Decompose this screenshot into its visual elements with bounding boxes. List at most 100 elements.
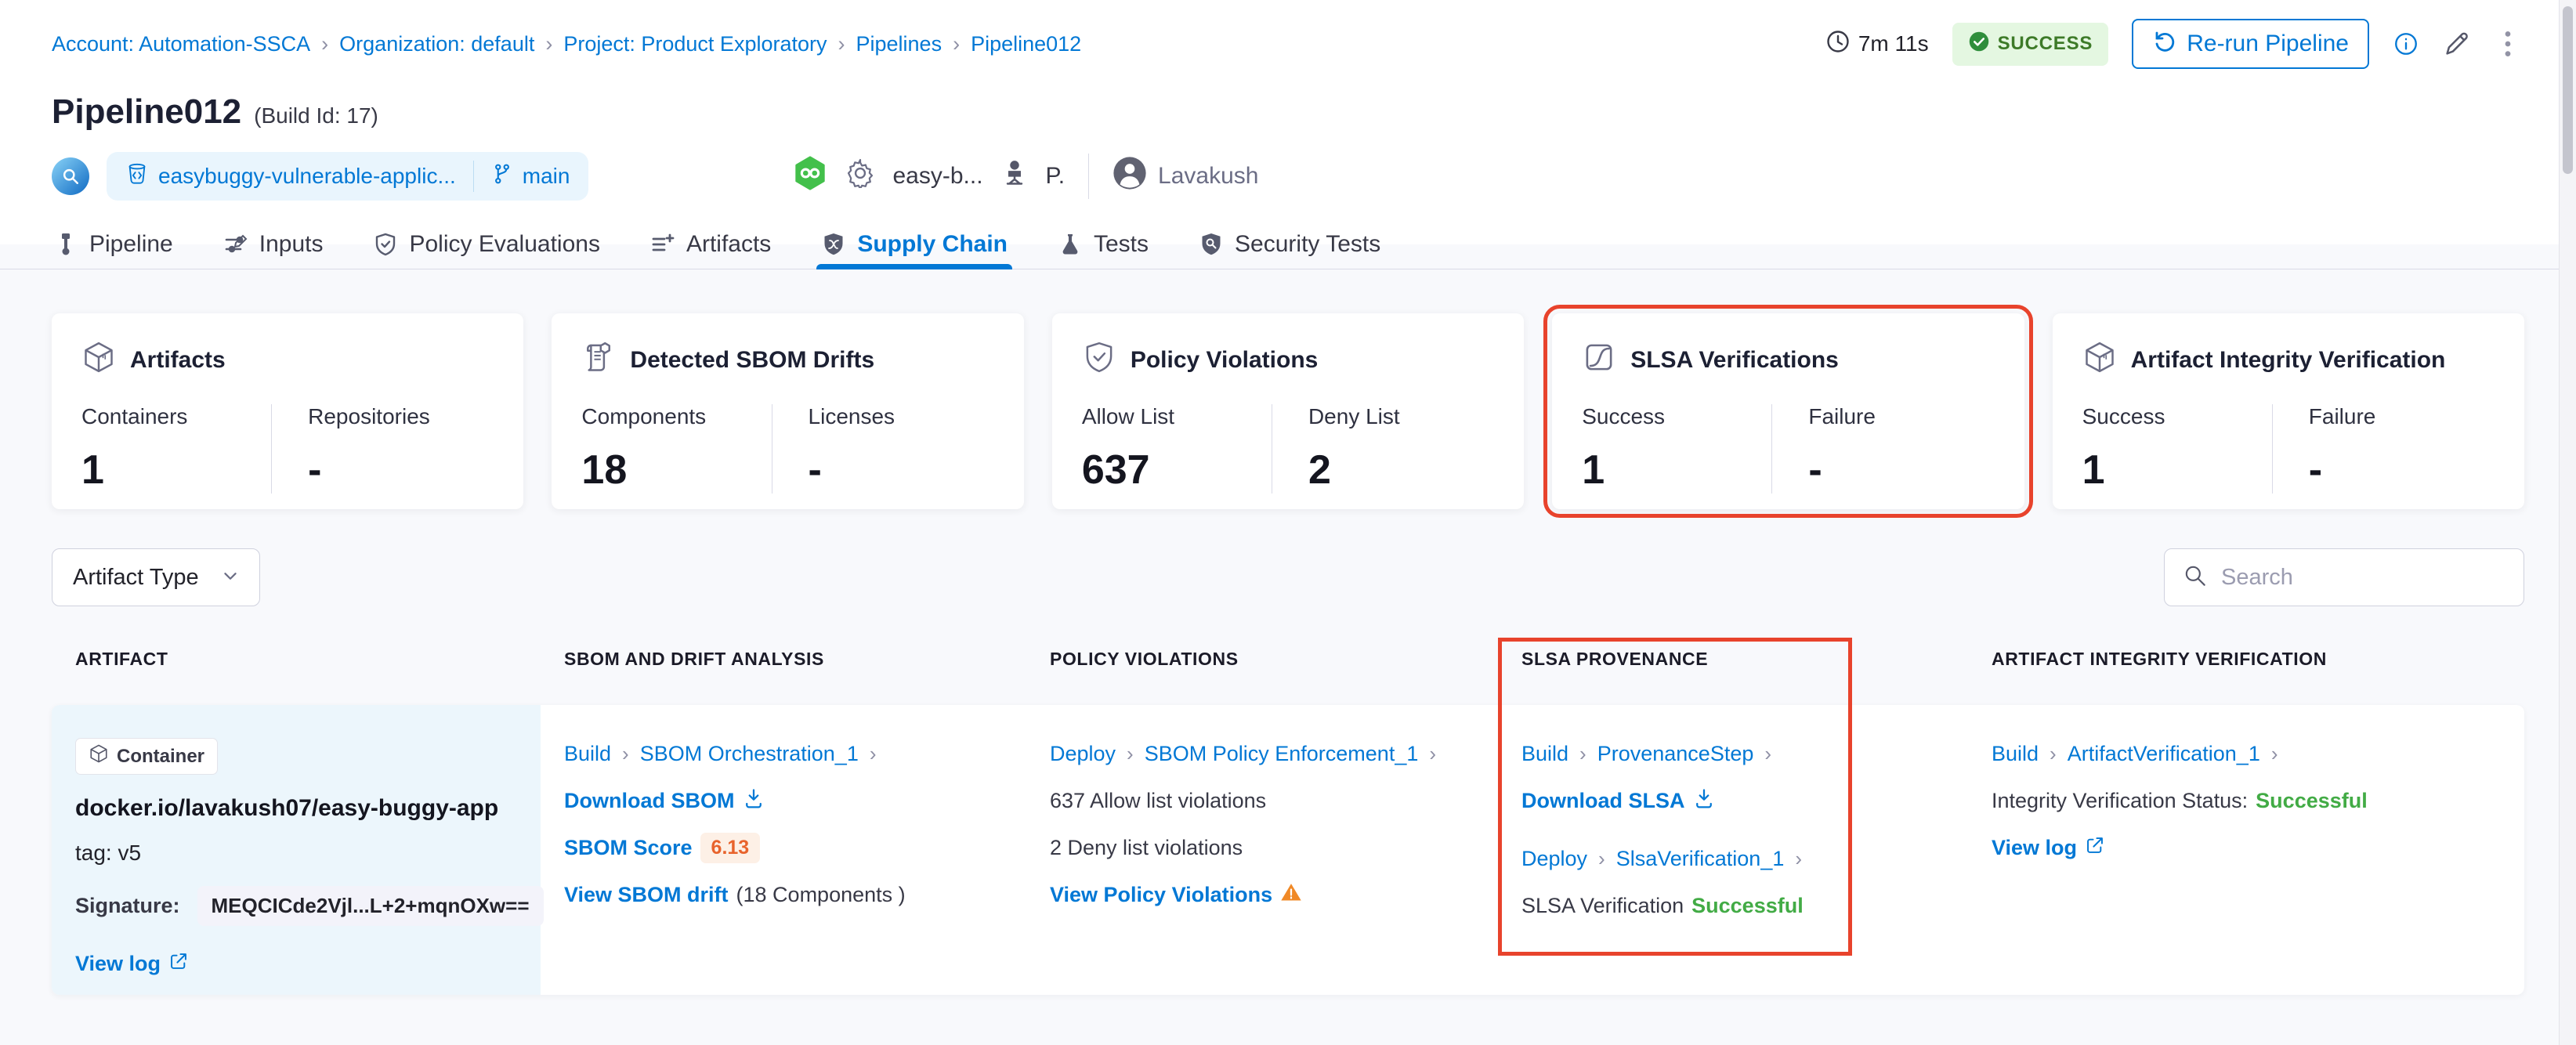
view-log-link[interactable]: View log (1992, 836, 2077, 860)
edit-pencil-icon[interactable] (2443, 30, 2471, 58)
rerun-pipeline-button[interactable]: Re-run Pipeline (2132, 19, 2369, 69)
execution-meta: easybuggy-vulnerable-applic... main easy… (0, 132, 2576, 201)
column-header-artifact: ARTIFACT (75, 649, 168, 669)
deny-list-violations: 2 Deny list violations (1050, 835, 1243, 859)
git-branch-icon (491, 163, 513, 190)
search-box (2164, 548, 2524, 606)
view-policy-violations-link[interactable]: View Policy Violations (1050, 883, 1272, 907)
summary-cards: Artifacts Containers 1 Repositories - De… (52, 305, 2525, 518)
column-header-integrity: ARTIFACT INTEGRITY VERIFICATION (1992, 649, 2327, 669)
inputs-icon (223, 232, 248, 257)
integrity-verification-cell: Build › ArtifactVerification_1 › Integri… (1968, 705, 2524, 995)
vertical-scrollbar (2559, 0, 2576, 1045)
sbom-scroll-icon (581, 340, 616, 381)
integrity-stage-link[interactable]: Build (1992, 742, 2039, 766)
page-title: Pipeline012 (52, 92, 242, 131)
tab-supply-chain[interactable]: Supply Chain (816, 219, 1012, 269)
breadcrumb-separator: › (321, 31, 329, 56)
sbom-drift-cell: Build › SBOM Orchestration_1 › Download … (541, 705, 1026, 995)
breadcrumb-organization[interactable]: Organization: default (339, 32, 534, 56)
integrity-status-label: Integrity Verification Status: (1992, 788, 2249, 812)
chevron-down-icon (219, 564, 242, 591)
tab-artifacts[interactable]: Artifacts (649, 219, 772, 269)
artifacts-table: ARTIFACT SBOM AND DRIFT ANALYSIS POLICY … (52, 627, 2524, 995)
breadcrumb-project[interactable]: Project: Product Exploratory (563, 32, 827, 56)
policy-step-link[interactable]: SBOM Policy Enforcement_1 (1145, 742, 1419, 766)
slsa-deploy-stage-link[interactable]: Deploy (1521, 847, 1587, 871)
artifact-type-badge: Container (75, 738, 219, 775)
slsa-status-label: SLSA Verification (1521, 893, 1684, 917)
signature-label: Signature: (75, 894, 180, 917)
search-input[interactable] (2221, 564, 2506, 591)
chevron-separator: › (2270, 741, 2278, 765)
pill-divider (472, 161, 474, 192)
trigger-name: easy-b... (892, 163, 983, 189)
repo-link[interactable]: easybuggy-vulnerable-applic... (125, 162, 456, 191)
provenance-step-link[interactable]: ProvenanceStep (1597, 742, 1754, 766)
view-sbom-drift-link[interactable]: View SBOM drift (564, 883, 729, 907)
info-icon[interactable] (2393, 31, 2419, 57)
check-circle-icon (1968, 31, 1990, 58)
container-cube-icon (89, 743, 109, 769)
external-link-icon (2085, 835, 2105, 861)
slsa-build-stage-link[interactable]: Build (1521, 742, 1568, 766)
download-slsa-link[interactable]: Download SLSA (1521, 789, 1685, 813)
delegate-icon (1000, 159, 1029, 193)
stat-label: Failure (1808, 404, 1876, 428)
stat-label: Containers (81, 404, 188, 428)
kebab-menu-icon[interactable] (2495, 29, 2521, 59)
tab-security-tests[interactable]: Security Tests (1197, 219, 1382, 269)
stat-value: 2 (1308, 447, 1331, 493)
warning-triangle-icon (1280, 881, 1302, 909)
slsa-status-value: Successful (1691, 893, 1804, 917)
repo-branch-pill: easybuggy-vulnerable-applic... main (107, 152, 589, 201)
chevron-separator: › (1579, 741, 1586, 765)
integrity-step-link[interactable]: ArtifactVerification_1 (2068, 742, 2260, 766)
policy-stage-link[interactable]: Deploy (1050, 742, 1116, 766)
artifact-tag: tag: v5 (75, 841, 142, 865)
tab-inputs[interactable]: Inputs (222, 219, 325, 269)
integrity-status-value: Successful (2256, 788, 2368, 812)
package-cube-icon (2082, 340, 2117, 381)
breadcrumb-separator: › (838, 31, 845, 56)
artifact-image-name: docker.io/lavakush07/easy-buggy-app (75, 795, 499, 821)
scrollbar-thumb[interactable] (2563, 6, 2573, 174)
sbom-stage-link[interactable]: Build (564, 742, 611, 766)
artifact-type-select[interactable]: Artifact Type (52, 548, 260, 606)
ci-module-icon (52, 157, 89, 195)
shield-check-icon (1082, 340, 1116, 381)
stat-value: 637 (1081, 447, 1150, 493)
security-shield-icon (1199, 232, 1224, 257)
breadcrumb-pipelines[interactable]: Pipelines (856, 32, 942, 56)
breadcrumb-separator: › (545, 31, 553, 56)
sbom-score-link[interactable]: SBOM Score (564, 836, 693, 860)
sbom-step-link[interactable]: SBOM Orchestration_1 (640, 742, 859, 766)
trigger-info: easy-b... P. (792, 155, 1065, 197)
stat-value: - (808, 447, 822, 493)
chevron-separator: › (1429, 741, 1437, 765)
view-log-link[interactable]: View log (75, 952, 161, 976)
sbom-score-badge: 6.13 (700, 832, 761, 863)
avatar (1113, 156, 1147, 197)
table-row: Container docker.io/lavakush07/easy-bugg… (52, 705, 2524, 995)
triggered-by-user: Lavakush (1113, 156, 1258, 197)
breadcrumb-pipeline012[interactable]: Pipeline012 (971, 32, 1081, 56)
download-sbom-link[interactable]: Download SBOM (564, 789, 735, 813)
tab-policy-evaluations[interactable]: Policy Evaluations (371, 219, 601, 269)
supply-chain-content: Artifacts Containers 1 Repositories - De… (0, 244, 2576, 1045)
slsa-verification-step-link[interactable]: SlsaVerification_1 (1616, 847, 1785, 871)
chevron-separator: › (1598, 846, 1605, 870)
connector-hexagon-icon (792, 155, 828, 197)
download-icon (743, 787, 765, 815)
build-id: (Build Id: 17) (254, 103, 378, 128)
header-actions: 7m 11s SUCCESS Re-run Pipeline (1825, 19, 2521, 69)
card-slsa-verifications: SLSA Verifications Success 1 Failure - (1543, 305, 2033, 518)
breadcrumb-account[interactable]: Account: Automation-SSCA (52, 32, 310, 56)
tab-tests[interactable]: Tests (1056, 219, 1150, 269)
stat-value: 18 (581, 447, 628, 493)
stat-label: Success (1582, 404, 1666, 428)
stat-label: Repositories (308, 404, 430, 428)
tab-pipeline[interactable]: Pipeline (52, 219, 175, 269)
stat-label: Licenses (808, 404, 895, 428)
branch-link[interactable]: main (491, 163, 570, 190)
